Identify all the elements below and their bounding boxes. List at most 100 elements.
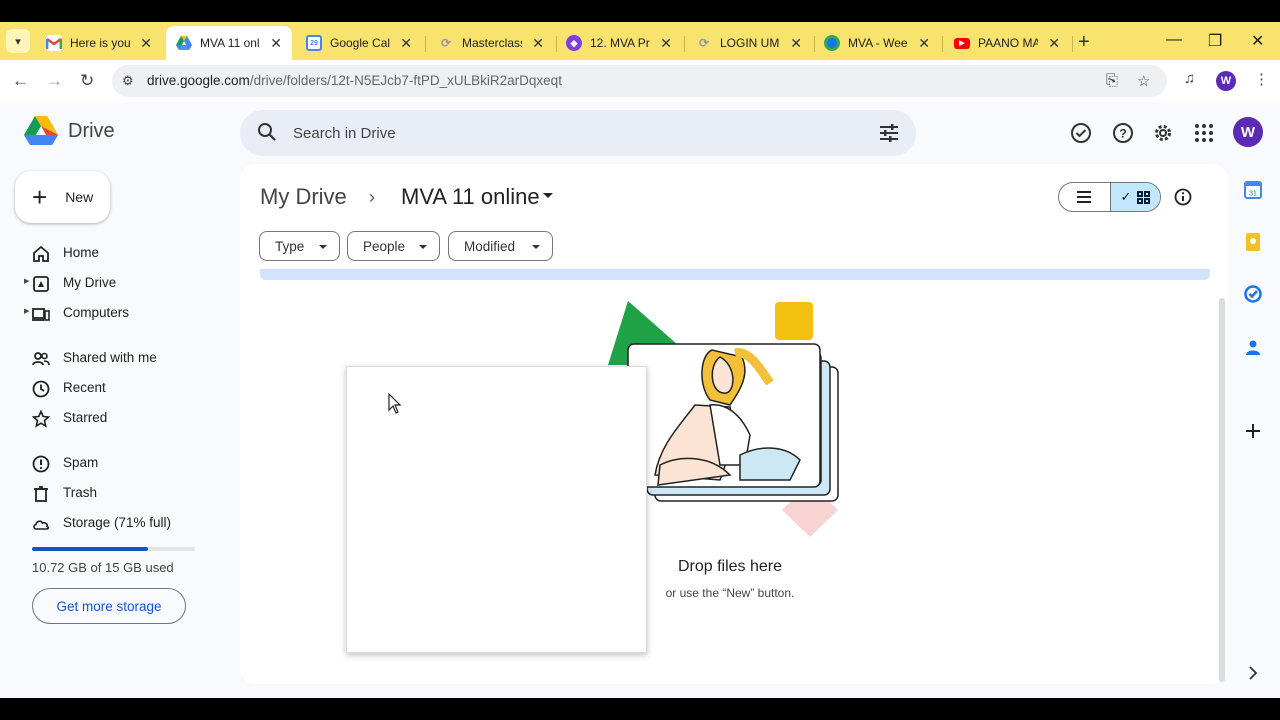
close-icon[interactable]: ✕ (918, 35, 930, 52)
sidebar-item-label: Home (63, 245, 100, 260)
tab-mva-pro[interactable]: ◆ 12. MVA Pro ✕ (556, 26, 682, 60)
tasks-icon[interactable] (1244, 285, 1262, 303)
sidebar-item-home[interactable]: Home (0, 238, 230, 268)
trash-icon (34, 486, 48, 502)
tab-search-button[interactable]: ▾ (6, 29, 30, 53)
grid-view-button[interactable]: ✓ (1109, 183, 1160, 211)
folder-menu-caret-icon[interactable] (543, 193, 553, 198)
media-control-icon[interactable]: ♫ (1184, 70, 1195, 87)
install-app-icon[interactable]: ⎘ (1106, 72, 1118, 89)
url-host: drive.google.com (147, 73, 250, 88)
sidebar-item-trash[interactable]: Trash (0, 478, 230, 508)
shared-people-icon (32, 352, 50, 366)
contacts-icon[interactable] (1244, 338, 1262, 356)
scrollbar[interactable] (1219, 298, 1225, 682)
settings-gear-icon[interactable] (1152, 122, 1174, 144)
minimize-icon[interactable]: — (1166, 31, 1182, 49)
reload-icon[interactable]: ↻ (80, 71, 94, 91)
calendar-icon[interactable]: 31 (1244, 181, 1262, 199)
close-icon[interactable]: ✕ (790, 35, 802, 52)
sidebar-item-recent[interactable]: Recent (0, 373, 230, 403)
sidebar-item-spam[interactable]: Spam (0, 448, 230, 478)
sidebar-item-label: Computers (63, 305, 130, 320)
close-icon[interactable]: ✕ (532, 35, 544, 52)
drop-zone-highlight (260, 269, 1210, 280)
tab-label: MVA - Week (848, 36, 908, 50)
chip-label: Type (275, 238, 305, 254)
bookmark-star-icon[interactable]: ☆ (1137, 72, 1150, 90)
expand-caret-icon[interactable]: ▶ (24, 307, 29, 315)
clock-icon (32, 380, 50, 398)
browser-profile-avatar[interactable]: W (1216, 71, 1236, 91)
check-icon: ✓ (1120, 189, 1132, 204)
drive-logo[interactable]: Drive (24, 116, 115, 146)
forward-arrow-icon[interactable]: → (46, 71, 63, 91)
filter-people-chip[interactable]: People (347, 231, 440, 261)
tab-drive[interactable]: MVA 11 onli ✕ (166, 26, 292, 60)
tab-label: Google Cale (330, 36, 390, 50)
screen-bottom-border (0, 698, 1280, 720)
sidebar-item-storage[interactable]: Storage (71% full) (0, 508, 230, 538)
chevron-right-icon[interactable] (1244, 664, 1262, 682)
list-view-button[interactable] (1059, 183, 1110, 211)
new-button[interactable]: + New (15, 171, 110, 223)
close-icon[interactable]: ✕ (660, 35, 672, 52)
add-addon-plus-icon[interactable] (1244, 422, 1262, 440)
close-icon[interactable]: ✕ (400, 35, 412, 52)
tab-divider (425, 36, 426, 52)
tab-youtube[interactable]: ▶ PAANO MAG ✕ (944, 26, 1070, 60)
sidebar-item-my-drive[interactable]: ▶ My Drive (0, 268, 230, 298)
get-more-storage-button[interactable]: Get more storage (32, 588, 186, 624)
search-input[interactable]: Search in Drive (293, 125, 396, 142)
tab-masterclass[interactable]: ⟳ Masterclass ✕ (428, 26, 554, 60)
account-avatar[interactable]: W (1233, 117, 1263, 147)
tab-mva-week[interactable]: MVA - Week ✕ (814, 26, 940, 60)
url-text[interactable]: drive.google.com/drive/folders/12t-N5EJc… (147, 73, 562, 88)
keep-icon[interactable] (1244, 233, 1262, 251)
calendar-icon: 29 (306, 35, 322, 51)
dropdown-caret-icon (532, 245, 540, 249)
tab-gmail[interactable]: Here is your ✕ (36, 26, 162, 60)
tab-divider (942, 36, 943, 52)
tab-label: 12. MVA Pro (590, 36, 650, 50)
tab-divider (684, 36, 685, 52)
breadcrumb-current-folder[interactable]: MVA 11 online (401, 184, 540, 210)
close-icon[interactable]: ✕ (140, 35, 152, 52)
filter-type-chip[interactable]: Type (259, 231, 340, 261)
search-icon[interactable] (257, 122, 277, 142)
browser-menu-icon[interactable]: ⋮ (1254, 70, 1269, 88)
site-info-icon[interactable]: ⚙ (122, 73, 134, 89)
tab-login-um[interactable]: ⟳ LOGIN UM - ✕ (686, 26, 812, 60)
svg-text:?: ? (1119, 127, 1126, 141)
window-close-icon[interactable]: ✕ (1251, 31, 1264, 51)
grid-icon (1137, 190, 1151, 204)
search-options-icon[interactable] (879, 123, 899, 143)
filter-modified-chip[interactable]: Modified (448, 231, 553, 261)
url-path: /drive/folders/12t-N5EJcb7-ftPD_xULBkiR2… (249, 73, 562, 88)
expand-caret-icon[interactable]: ▶ (24, 277, 29, 285)
ready-offline-icon[interactable] (1070, 122, 1092, 144)
help-icon[interactable]: ? (1112, 122, 1134, 144)
star-icon (32, 410, 50, 428)
sidebar-item-shared[interactable]: Shared with me (0, 343, 230, 373)
chip-label: People (363, 238, 406, 254)
sidebar-item-starred[interactable]: Starred (0, 403, 230, 433)
tab-label: Masterclass (462, 36, 522, 50)
chevron-right-icon: › (369, 187, 375, 207)
new-tab-plus-icon[interactable]: + (1078, 31, 1090, 54)
tab-calendar[interactable]: 29 Google Cale ✕ (296, 26, 422, 60)
sidebar-item-label: Recent (63, 380, 106, 395)
apps-grid-icon[interactable] (1193, 122, 1215, 144)
sidebar-item-label: Trash (63, 485, 98, 500)
close-icon[interactable]: ✕ (270, 35, 282, 52)
storage-progress-bar (32, 547, 195, 551)
sidebar-item-computers[interactable]: ▶ Computers (0, 298, 230, 328)
tab-label: MVA 11 onli (200, 36, 260, 50)
info-icon[interactable] (1174, 188, 1192, 206)
cloud-icon (33, 520, 50, 530)
breadcrumb-my-drive[interactable]: My Drive (260, 184, 347, 210)
computers-icon (32, 308, 50, 321)
close-icon[interactable]: ✕ (1048, 35, 1060, 52)
back-arrow-icon[interactable]: ← (12, 71, 29, 91)
restore-icon[interactable]: ❐ (1208, 31, 1222, 51)
